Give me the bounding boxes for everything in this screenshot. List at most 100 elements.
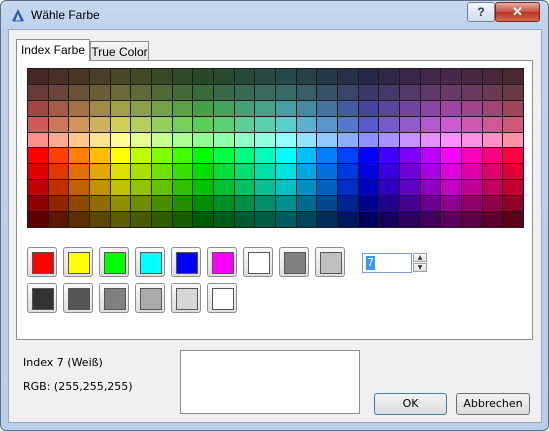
palette-cell[interactable] (482, 116, 503, 132)
palette-cell[interactable] (234, 84, 255, 100)
palette-cell[interactable] (461, 180, 482, 196)
palette-cell[interactable] (234, 116, 255, 132)
palette-cell[interactable] (28, 148, 48, 164)
tab-index-color[interactable]: Index Farbe (16, 39, 90, 61)
palette-cell[interactable] (379, 148, 399, 164)
palette-cell[interactable] (420, 164, 441, 180)
palette-cell[interactable] (420, 100, 441, 116)
palette-cell[interactable] (399, 180, 420, 196)
palette-cell[interactable] (213, 132, 234, 148)
ok-button[interactable]: OK (374, 393, 447, 415)
palette-cell[interactable] (296, 84, 317, 100)
palette-cell[interactable] (275, 148, 296, 164)
palette-cell[interactable] (296, 69, 317, 84)
palette-cell[interactable] (399, 84, 420, 100)
palette-cell[interactable] (296, 100, 317, 116)
palette-cell[interactable] (110, 132, 131, 148)
palette-cell[interactable] (296, 180, 317, 196)
palette-cell[interactable] (275, 69, 296, 84)
palette-cell[interactable] (337, 116, 358, 132)
palette-cell[interactable] (28, 164, 48, 180)
palette-cell[interactable] (358, 69, 379, 84)
palette-cell[interactable] (275, 196, 296, 212)
cancel-button[interactable]: Abbrechen (456, 393, 530, 415)
standard-color-swatch[interactable] (171, 247, 201, 277)
gray-color-swatch[interactable] (63, 283, 93, 313)
palette-cell[interactable] (69, 84, 89, 100)
palette-cell[interactable] (482, 196, 503, 212)
gray-color-swatch[interactable] (135, 283, 165, 313)
palette-cell[interactable] (193, 116, 213, 132)
palette-cell[interactable] (482, 69, 503, 84)
palette-cell[interactable] (28, 84, 48, 100)
palette-cell[interactable] (255, 212, 275, 227)
palette-cell[interactable] (172, 180, 193, 196)
palette-cell[interactable] (69, 164, 89, 180)
palette-cell[interactable] (48, 132, 69, 148)
palette-cell[interactable] (399, 100, 420, 116)
palette-cell[interactable] (337, 196, 358, 212)
palette-cell[interactable] (255, 164, 275, 180)
palette-cell[interactable] (379, 164, 399, 180)
standard-color-swatch[interactable] (315, 247, 345, 277)
gray-color-swatch[interactable] (99, 283, 129, 313)
gray-color-swatch[interactable] (207, 283, 237, 313)
palette-cell[interactable] (234, 164, 255, 180)
palette-cell[interactable] (69, 132, 89, 148)
palette-cell[interactable] (317, 100, 337, 116)
palette-cell[interactable] (131, 116, 151, 132)
palette-cell[interactable] (48, 100, 69, 116)
standard-color-swatch[interactable] (243, 247, 273, 277)
palette-cell[interactable] (110, 69, 131, 84)
palette-cell[interactable] (110, 148, 131, 164)
spin-down-icon[interactable]: ▼ (413, 263, 427, 272)
standard-color-swatch[interactable] (279, 247, 309, 277)
palette-cell[interactable] (131, 196, 151, 212)
palette-cell[interactable] (420, 69, 441, 84)
palette-cell[interactable] (131, 148, 151, 164)
palette-cell[interactable] (255, 180, 275, 196)
palette-cell[interactable] (461, 164, 482, 180)
palette-cell[interactable] (482, 164, 503, 180)
palette-cell[interactable] (255, 84, 275, 100)
palette-cell[interactable] (503, 180, 523, 196)
palette-cell[interactable] (503, 196, 523, 212)
palette-cell[interactable] (379, 180, 399, 196)
palette-cell[interactable] (110, 212, 131, 227)
palette-cell[interactable] (503, 69, 523, 84)
palette-cell[interactable] (151, 116, 172, 132)
palette-cell[interactable] (482, 180, 503, 196)
palette-cell[interactable] (275, 180, 296, 196)
palette-cell[interactable] (193, 148, 213, 164)
palette-cell[interactable] (172, 116, 193, 132)
palette-cell[interactable] (69, 69, 89, 84)
palette-cell[interactable] (151, 180, 172, 196)
palette-cell[interactable] (275, 100, 296, 116)
palette-cell[interactable] (28, 180, 48, 196)
standard-color-swatch[interactable] (207, 247, 237, 277)
palette-cell[interactable] (296, 164, 317, 180)
palette-cell[interactable] (399, 148, 420, 164)
standard-color-swatch[interactable] (27, 247, 57, 277)
palette-cell[interactable] (337, 212, 358, 227)
palette-cell[interactable] (131, 69, 151, 84)
palette-cell[interactable] (358, 132, 379, 148)
palette-cell[interactable] (296, 148, 317, 164)
palette-cell[interactable] (420, 84, 441, 100)
palette-cell[interactable] (441, 196, 461, 212)
palette-cell[interactable] (213, 100, 234, 116)
palette-cell[interactable] (172, 84, 193, 100)
palette-cell[interactable] (399, 116, 420, 132)
palette-cell[interactable] (193, 180, 213, 196)
palette-cell[interactable] (379, 84, 399, 100)
palette-cell[interactable] (48, 196, 69, 212)
title-bar[interactable]: Wähle Farbe ? ✕ (1, 1, 548, 29)
palette-cell[interactable] (48, 180, 69, 196)
palette-cell[interactable] (172, 196, 193, 212)
palette-cell[interactable] (296, 196, 317, 212)
palette-cell[interactable] (275, 116, 296, 132)
standard-color-swatch[interactable] (135, 247, 165, 277)
palette-cell[interactable] (172, 100, 193, 116)
palette-cell[interactable] (358, 212, 379, 227)
palette-cell[interactable] (358, 100, 379, 116)
